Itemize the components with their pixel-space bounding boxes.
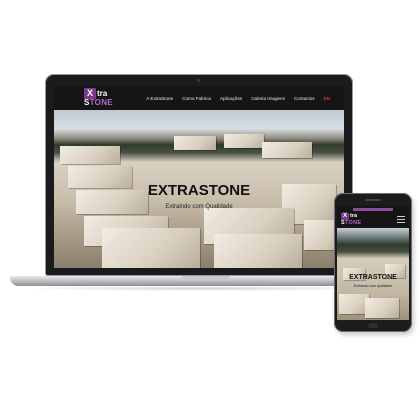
stone-block [365,298,399,318]
phone-navbar: X tra STONE [337,206,409,228]
logo-text-bottom: STONE [84,98,113,107]
hero-subtitle: Extraindo com Qualidade [165,204,233,210]
hero-title: EXTRASTONE [147,182,251,199]
phone-accent-bar [353,208,393,211]
language-switch[interactable]: EN [324,96,330,101]
stone-block [214,234,302,268]
laptop-camera [197,79,200,82]
hero-quarry-image: EXTRASTONE Extraindo com Qualidade [54,110,344,268]
menu-item-contactos[interactable]: Contactos [294,96,315,101]
laptop-notch [182,276,230,280]
hamburger-menu-icon[interactable] [397,216,405,223]
menu-item-como-fabrica[interactable]: Como Fabrica [182,96,211,101]
stone-block [174,136,216,150]
phone-hero-subtitle: Extraindo com qualidade [353,284,393,288]
phone-logo[interactable]: X tra STONE [341,213,367,227]
phone-hero-title: EXTRASTONE [349,274,397,281]
phone-hero-image: EXTRASTONE Extraindo com qualidade [337,228,409,320]
menu-item-extrastone[interactable]: A ExtraStone [146,96,173,101]
logo-text-bottom: STONE [341,220,362,226]
laptop-shadow [22,286,382,291]
site-navbar: X tra STONE A ExtraStone Como Fabrica Ap… [54,86,344,110]
main-menu: A ExtraStone Como Fabrica Aplicações Gal… [146,86,330,110]
phone-speaker [365,199,381,201]
stone-block [262,142,312,158]
logo-text-top: tra [350,213,358,219]
laptop-lid: X tra STONE A ExtraStone Como Fabrica Ap… [45,74,353,276]
site-logo[interactable]: X tra STONE [84,88,114,108]
logo-badge: X [341,213,349,220]
menu-item-galeria[interactable]: Galeria Imagens [251,96,285,101]
stone-block [102,228,200,268]
phone-home-button [368,323,378,328]
stone-block [60,146,120,164]
menu-item-aplicacoes[interactable]: Aplicações [220,96,242,101]
laptop-screen: X tra STONE A ExtraStone Como Fabrica Ap… [54,86,344,268]
phone-screen: X tra STONE EXTRASTONE Extraindo com qua… [337,206,409,320]
phone-mockup: X tra STONE EXTRASTONE Extraindo com qua… [334,193,412,332]
stone-block [224,134,264,148]
